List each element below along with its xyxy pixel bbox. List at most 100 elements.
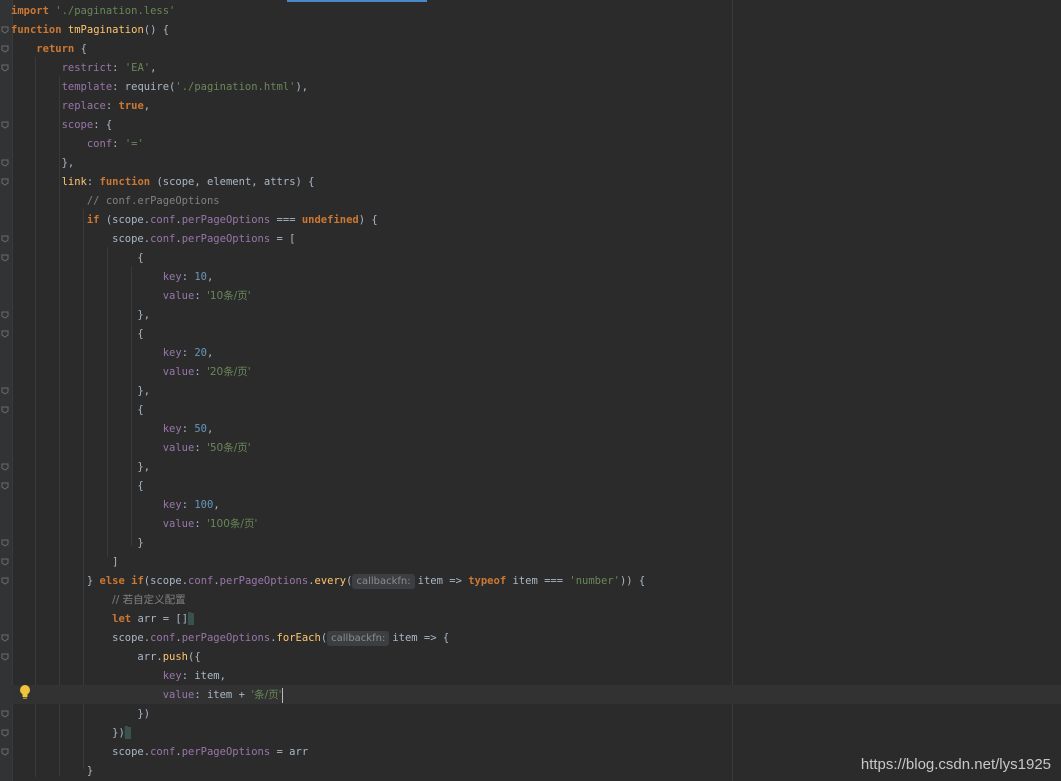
code-line[interactable]: if (scope.conf.perPageOptions === undefi… bbox=[11, 211, 1061, 230]
lightbulb-icon[interactable] bbox=[18, 684, 32, 700]
code-line[interactable]: replace: true, bbox=[11, 97, 1061, 116]
fold-marker-icon[interactable] bbox=[1, 406, 9, 414]
code-token: }, bbox=[11, 309, 151, 321]
code-token: ), bbox=[295, 81, 309, 93]
code-line[interactable]: key: 20, bbox=[11, 344, 1061, 363]
fold-marker-icon[interactable] bbox=[1, 159, 9, 167]
fold-marker-icon[interactable] bbox=[1, 653, 9, 661]
code-token: conf bbox=[150, 214, 176, 226]
code-line[interactable]: } else if(scope.conf.perPageOptions.ever… bbox=[11, 572, 1061, 591]
code-token: , bbox=[207, 347, 214, 359]
code-token: { bbox=[11, 252, 144, 264]
fold-marker-icon[interactable] bbox=[1, 577, 9, 585]
code-token: true bbox=[118, 100, 144, 112]
fold-marker-icon[interactable] bbox=[1, 463, 9, 471]
code-line[interactable]: // 若自定义配置 bbox=[11, 591, 1061, 610]
fold-marker-icon[interactable] bbox=[1, 558, 9, 566]
fold-marker-icon[interactable] bbox=[1, 330, 9, 338]
code-line[interactable]: key: 100, bbox=[11, 496, 1061, 515]
fold-marker-icon[interactable] bbox=[1, 482, 9, 490]
code-token: 'number' bbox=[569, 575, 620, 587]
code-token: : bbox=[194, 290, 207, 302]
fold-marker-icon[interactable] bbox=[1, 387, 9, 395]
code-token: perPageOptions bbox=[219, 575, 309, 587]
fold-marker-icon[interactable] bbox=[1, 235, 9, 243]
code-line[interactable]: // conf.erPageOptions bbox=[11, 192, 1061, 211]
code-token: return bbox=[36, 43, 81, 55]
code-line[interactable]: { bbox=[11, 325, 1061, 344]
code-token: conf bbox=[86, 138, 113, 150]
code-line[interactable]: key: item, bbox=[11, 667, 1061, 686]
fold-marker-icon[interactable] bbox=[1, 311, 9, 319]
fold-marker-icon[interactable] bbox=[1, 634, 9, 642]
code-token: '20条/页' bbox=[206, 366, 251, 378]
code-line[interactable]: value: '10条/页' bbox=[11, 287, 1061, 306]
code-token: } bbox=[11, 537, 144, 549]
code-line[interactable]: key: 50, bbox=[11, 420, 1061, 439]
code-line[interactable]: import './pagination.less' bbox=[11, 2, 1061, 21]
code-token: 100 bbox=[194, 499, 214, 511]
code-line[interactable]: value: '100条/页' bbox=[11, 515, 1061, 534]
fold-marker-icon[interactable] bbox=[1, 121, 9, 129]
code-line[interactable]: }) bbox=[11, 705, 1061, 724]
code-line[interactable]: })▌ bbox=[11, 724, 1061, 743]
code-token: { bbox=[80, 43, 87, 55]
code-line[interactable]: scope.conf.perPageOptions = [ bbox=[11, 230, 1061, 249]
code-line[interactable]: let arr = []▌ bbox=[11, 610, 1061, 629]
code-line[interactable]: function tmPagination() { bbox=[11, 21, 1061, 40]
code-token: { bbox=[11, 328, 144, 340]
code-token: : require( bbox=[112, 81, 176, 93]
code-line[interactable]: link: function (scope, element, attrs) { bbox=[11, 173, 1061, 192]
fold-marker-icon[interactable] bbox=[1, 178, 9, 186]
code-line[interactable]: scope.conf.perPageOptions.forEach(callba… bbox=[11, 629, 1061, 648]
code-token: tmPagination bbox=[67, 24, 144, 36]
code-line[interactable]: return { bbox=[11, 40, 1061, 59]
fold-marker-icon[interactable] bbox=[1, 64, 9, 72]
code-line[interactable]: }, bbox=[11, 458, 1061, 477]
code-token: key bbox=[162, 271, 182, 283]
code-line[interactable]: } bbox=[11, 534, 1061, 553]
code-token: : bbox=[181, 423, 195, 435]
code-token: every bbox=[314, 575, 347, 587]
code-token: 20 bbox=[194, 347, 207, 359]
code-token: (scope. bbox=[143, 575, 189, 587]
code-editor[interactable]: import './pagination.less' function tmPag… bbox=[11, 2, 1061, 781]
fold-marker-icon[interactable] bbox=[1, 26, 9, 34]
code-token: : { bbox=[93, 119, 113, 131]
fold-marker-icon[interactable] bbox=[1, 254, 9, 262]
code-token: undefined bbox=[301, 214, 359, 226]
fold-marker-icon[interactable] bbox=[1, 748, 9, 756]
code-line[interactable]: restrict: 'EA', bbox=[11, 59, 1061, 78]
code-token: = arr bbox=[270, 746, 309, 758]
code-token: 50 bbox=[194, 423, 207, 435]
code-line[interactable]: { bbox=[11, 401, 1061, 420]
fold-marker-icon[interactable] bbox=[1, 710, 9, 718]
code-token: // conf.erPageOptions bbox=[86, 195, 220, 207]
code-line[interactable]: arr.push({ bbox=[11, 648, 1061, 667]
code-token: (scope, element, attrs) { bbox=[156, 176, 315, 188]
code-line[interactable]: value: '20条/页' bbox=[11, 363, 1061, 382]
code-line[interactable]: ] bbox=[11, 553, 1061, 572]
code-token: : bbox=[105, 100, 119, 112]
code-line[interactable]: }, bbox=[11, 382, 1061, 401]
code-line[interactable]: { bbox=[11, 477, 1061, 496]
fold-marker-icon[interactable] bbox=[1, 729, 9, 737]
code-line[interactable]: }, bbox=[11, 306, 1061, 325]
code-line[interactable]: value: item + '条/页' bbox=[11, 686, 1061, 705]
code-line[interactable]: template: require('./pagination.html'), bbox=[11, 78, 1061, 97]
code-line[interactable]: value: '50条/页' bbox=[11, 439, 1061, 458]
code-line[interactable]: }, bbox=[11, 154, 1061, 173]
code-line[interactable]: { bbox=[11, 249, 1061, 268]
code-line[interactable]: conf: '=' bbox=[11, 135, 1061, 154]
code-token: 'EA' bbox=[124, 62, 151, 74]
code-line[interactable]: scope: { bbox=[11, 116, 1061, 135]
code-line[interactable]: key: 10, bbox=[11, 268, 1061, 287]
fold-marker-icon[interactable] bbox=[1, 45, 9, 53]
fold-marker-icon[interactable] bbox=[1, 539, 9, 547]
